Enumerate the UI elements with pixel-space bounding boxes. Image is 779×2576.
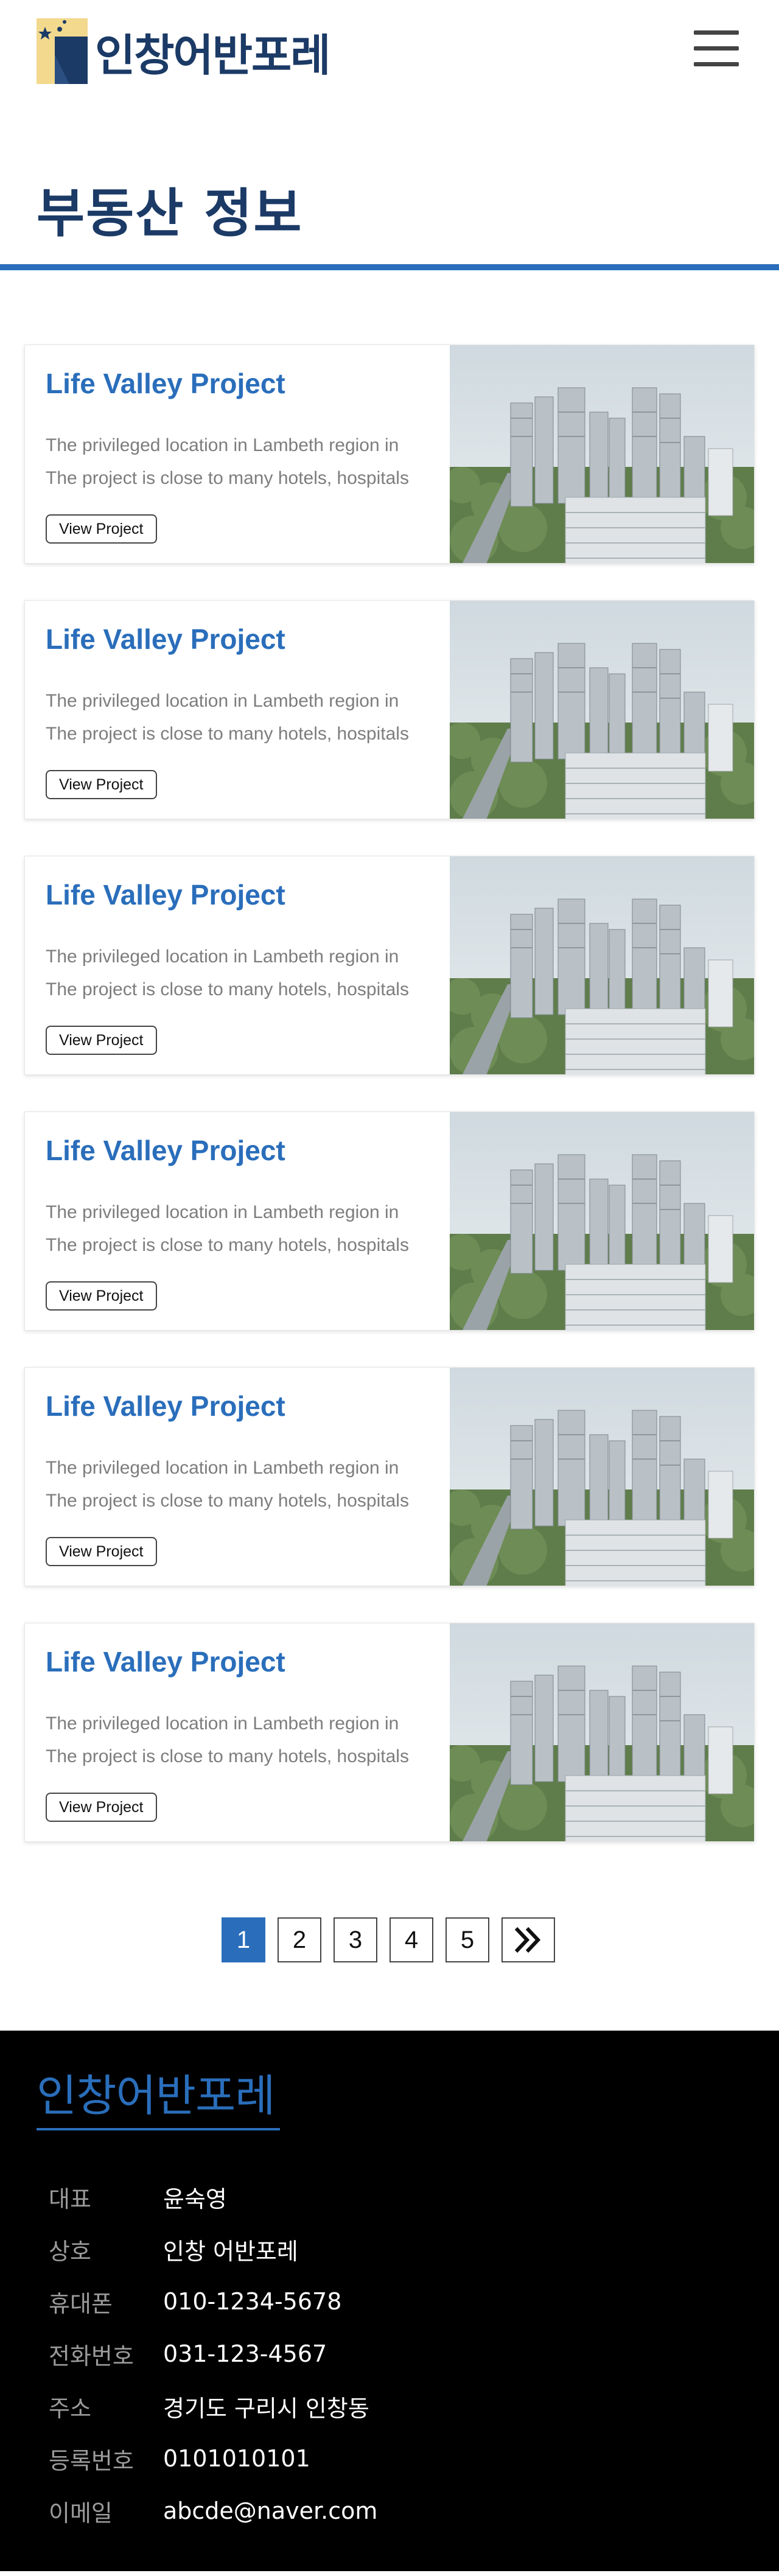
project-desc-line: The project is close to many hotels, hos… — [46, 1235, 409, 1255]
project-desc-line: The project is close to many hotels, hos… — [46, 1491, 409, 1511]
info-label: 이메일 — [49, 2499, 113, 2527]
footer-divider — [37, 2128, 280, 2130]
project-desc-line: The privileged location in Lambeth regio… — [46, 691, 399, 711]
project-desc-line: The project is close to many hotels, hos… — [46, 724, 409, 744]
project-image — [450, 856, 754, 1074]
info-value: 010-1234-5678 — [163, 2288, 342, 2315]
project-image — [450, 1368, 754, 1586]
project-title[interactable]: Life Valley Project — [46, 1134, 285, 1167]
info-row: 등록번호 0101010101 — [49, 2432, 377, 2485]
view-project-button[interactable]: View Project — [46, 514, 157, 544]
project-desc-line: The project is close to many hotels, hos… — [46, 979, 409, 999]
project-image — [450, 1623, 754, 1841]
view-project-button[interactable]: View Project — [46, 1281, 157, 1311]
info-row: 이메일 abcde@naver.com — [49, 2485, 377, 2537]
title-divider — [0, 264, 779, 270]
info-row: 휴대폰 010-1234-5678 — [49, 2275, 377, 2328]
company-info: 대표 윤숙영 상호 인창 어반포레 휴대폰 010-1234-5678 전화번호 031… — [49, 2171, 377, 2537]
info-value: 0101010101 — [163, 2445, 310, 2472]
page-button-5[interactable]: 5 — [445, 1917, 489, 1962]
project-title[interactable]: Life Valley Project — [46, 1390, 285, 1423]
project-description: The privileged location in Lambeth regio… — [46, 429, 409, 495]
page-button-1[interactable]: 1 — [222, 1917, 265, 1962]
hamburger-menu-icon[interactable] — [694, 30, 739, 69]
project-title[interactable]: Life Valley Project — [46, 878, 285, 911]
info-row: 대표 윤숙영 — [49, 2171, 377, 2223]
page-button-2[interactable]: 2 — [278, 1917, 321, 1962]
site-footer: 인창어반포레 대표 윤숙영 상호 인창 어반포레 휴대폰 010-1234-5678 … — [0, 2031, 779, 2571]
project-image — [450, 1112, 754, 1330]
view-project-button[interactable]: View Project — [46, 770, 157, 799]
site-header: 인창어반포레 — [0, 0, 779, 110]
brand-logo[interactable]: 인창어반포레 — [37, 18, 330, 84]
info-value: 031-123-4567 — [163, 2340, 327, 2367]
view-project-button[interactable]: View Project — [46, 1793, 157, 1822]
project-list: Life Valley Project The privileged locat… — [0, 270, 779, 1842]
project-description: The privileged location in Lambeth regio… — [46, 1452, 409, 1517]
info-label: 상호 — [49, 2238, 91, 2265]
project-card: Life Valley Project The privileged locat… — [24, 1367, 755, 1586]
project-desc-line: The project is close to many hotels, hos… — [46, 468, 409, 488]
project-title[interactable]: Life Valley Project — [46, 367, 285, 400]
project-desc-line: The project is close to many hotels, hos… — [46, 1746, 409, 1766]
pagination: 1 2 3 4 5 — [0, 1878, 779, 2031]
project-card: Life Valley Project The privileged locat… — [24, 345, 755, 564]
project-description: The privileged location in Lambeth regio… — [46, 685, 409, 751]
project-title[interactable]: Life Valley Project — [46, 623, 285, 656]
project-description: The privileged location in Lambeth regio… — [46, 1707, 409, 1773]
info-value: 인창 어반포레 — [163, 2238, 298, 2265]
info-label: 전화번호 — [49, 2342, 134, 2370]
info-label: 주소 — [49, 2395, 91, 2422]
info-label: 휴대폰 — [49, 2290, 113, 2317]
project-description: The privileged location in Lambeth regio… — [46, 940, 409, 1006]
project-card: Life Valley Project The privileged locat… — [24, 1111, 755, 1331]
info-value: 윤숙영 — [163, 2185, 227, 2213]
view-project-button[interactable]: View Project — [46, 1026, 157, 1055]
view-project-button[interactable]: View Project — [46, 1537, 157, 1566]
info-value[interactable]: abcde@naver.com — [163, 2497, 377, 2524]
info-row: 상호 인창 어반포레 — [49, 2223, 377, 2275]
page-title-section: 부동산 정보 — [0, 110, 779, 270]
project-card: Life Valley Project The privileged locat… — [24, 600, 755, 819]
project-desc-line: The privileged location in Lambeth regio… — [46, 1458, 399, 1478]
project-title[interactable]: Life Valley Project — [46, 1645, 285, 1678]
info-value: 경기도 구리시 인창동 — [163, 2395, 369, 2422]
project-description: The privileged location in Lambeth regio… — [46, 1196, 409, 1262]
info-label: 대표 — [49, 2185, 91, 2213]
info-row: 주소 경기도 구리시 인창동 — [49, 2380, 377, 2432]
project-desc-line: The privileged location in Lambeth regio… — [46, 1713, 399, 1734]
project-desc-line: The privileged location in Lambeth regio… — [46, 947, 399, 967]
project-desc-line: The privileged location in Lambeth regio… — [46, 1202, 399, 1222]
info-label: 등록번호 — [49, 2447, 134, 2474]
info-row: 전화번호 031-123-4567 — [49, 2328, 377, 2380]
project-card: Life Valley Project The privileged locat… — [24, 1623, 755, 1842]
project-card: Life Valley Project The privileged locat… — [24, 856, 755, 1075]
project-image — [450, 345, 754, 563]
double-chevron-right-icon[interactable] — [501, 1917, 555, 1962]
brand-name: 인창어반포레 — [95, 29, 330, 81]
page-button-3[interactable]: 3 — [334, 1917, 377, 1962]
page-button-4[interactable]: 4 — [390, 1917, 433, 1962]
project-image — [450, 601, 754, 819]
logo-mark-icon — [37, 18, 88, 84]
footer-brand: 인창어반포레 — [37, 2070, 275, 2121]
project-desc-line: The privileged location in Lambeth regio… — [46, 435, 399, 455]
page-title: 부동산 정보 — [37, 183, 303, 244]
